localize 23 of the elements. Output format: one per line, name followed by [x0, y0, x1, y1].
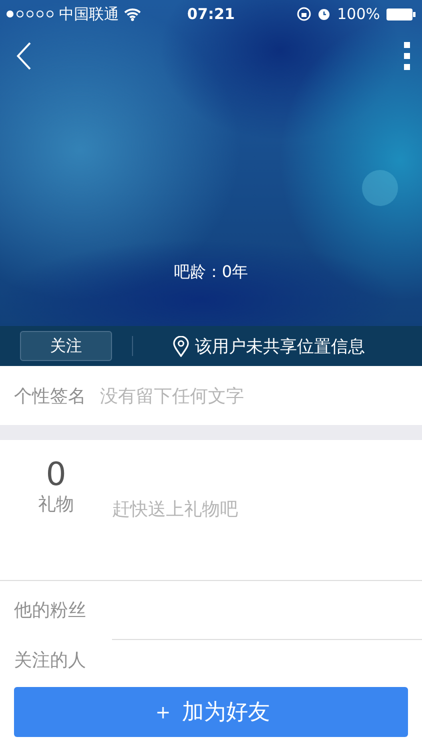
carrier-name: 中国联通	[59, 4, 119, 24]
follow-button[interactable]: 关注	[20, 331, 112, 361]
location-status: 该用户未共享位置信息	[195, 336, 365, 358]
rotation-lock-icon	[297, 7, 312, 21]
plus-icon: ＋	[152, 697, 174, 727]
battery-icon	[386, 8, 416, 20]
gift-count: 0	[46, 456, 66, 492]
gift-label: 礼物	[38, 493, 74, 516]
wifi-icon	[124, 8, 141, 20]
more-icon[interactable]	[404, 42, 410, 70]
list-row-label[interactable]: 关注的人	[14, 648, 86, 672]
battery-percent: 100%	[337, 5, 380, 23]
signature-label: 个性签名	[14, 384, 86, 408]
gift-hint: 赶快送上礼物吧	[112, 498, 238, 522]
location-pin-icon	[173, 336, 189, 356]
signature-value: 没有留下任何文字	[100, 384, 244, 408]
clock-time: 07:21	[187, 5, 235, 23]
add-friend-button[interactable]: ＋ 加为好友	[14, 687, 408, 737]
list-row-label[interactable]: 他的粉丝	[14, 598, 86, 622]
signal-icon	[6, 10, 54, 18]
back-icon[interactable]	[16, 42, 32, 70]
alarm-icon	[317, 7, 332, 21]
tieba-age: 吧龄：0年	[172, 262, 250, 283]
